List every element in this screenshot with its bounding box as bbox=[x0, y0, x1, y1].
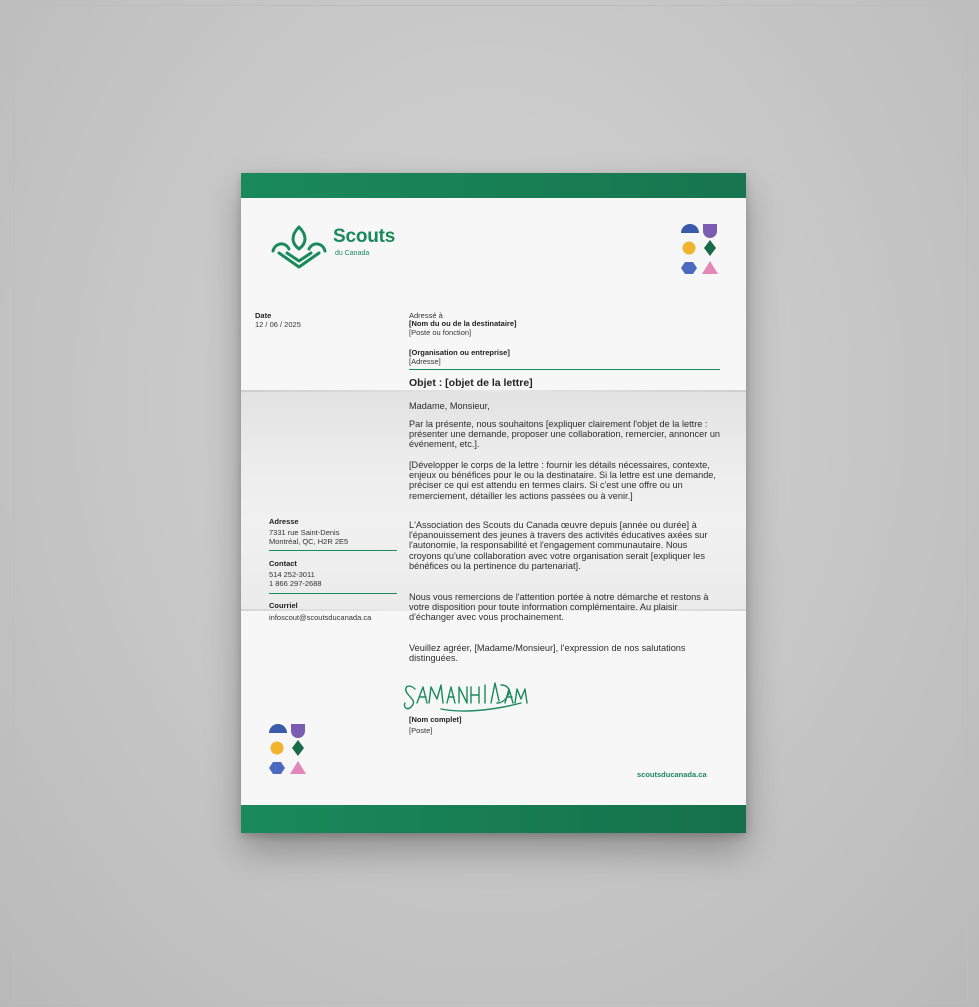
address-label: Adresse bbox=[269, 517, 299, 526]
email-address: infoscout@scoutsducanada.ca bbox=[269, 613, 372, 622]
footer-band bbox=[241, 805, 746, 833]
half-circle-shape bbox=[681, 224, 699, 233]
phone-toll-free: 1 866 297-2688 bbox=[269, 579, 322, 588]
brand-shapes-top bbox=[681, 221, 721, 277]
diamond-shape bbox=[292, 740, 304, 756]
paragraph-intro: Par la présente, nous souhaitons [expliq… bbox=[409, 419, 721, 450]
phone-primary: 514 252-3011 bbox=[269, 570, 315, 579]
date-value: 12 / 06 / 2025 bbox=[255, 320, 301, 329]
recipient-name: [Nom du ou de la destinataire] bbox=[409, 319, 517, 328]
header-band bbox=[241, 173, 746, 198]
recipient-divider bbox=[409, 369, 720, 370]
logo-subtitle: du Canada bbox=[335, 250, 370, 257]
contact-divider bbox=[269, 593, 397, 594]
brand-shapes-bottom bbox=[269, 721, 309, 777]
salutation: Madame, Monsieur, bbox=[409, 401, 490, 411]
circle-shape bbox=[270, 741, 284, 755]
email-label: Courriel bbox=[269, 601, 298, 610]
shield-shape bbox=[703, 224, 717, 238]
signer-position: [Poste] bbox=[409, 726, 433, 735]
date-label: Date bbox=[255, 311, 272, 320]
recipient-address: [Adresse] bbox=[409, 357, 441, 366]
hexagon-shape bbox=[681, 262, 697, 274]
fold-crease-upper bbox=[241, 390, 746, 392]
paragraph-closing: Veuillez agréer, [Madame/Monsieur], l'ex… bbox=[409, 643, 686, 664]
letter-subject: Objet : [objet de la lettre] bbox=[409, 377, 533, 389]
triangle-shape bbox=[290, 761, 306, 774]
contact-label: Contact bbox=[269, 559, 297, 568]
logo-wordmark: Scouts bbox=[333, 226, 396, 247]
paragraph-association: L'Association des Scouts du Canada œuvre… bbox=[409, 520, 708, 571]
recipient-organization: [Organisation ou entreprise] bbox=[409, 348, 510, 357]
scouts-logo: Scouts du Canada bbox=[269, 221, 429, 273]
shield-shape bbox=[291, 724, 305, 738]
recipient-position: [Poste ou fonction] bbox=[409, 328, 472, 337]
address-line-2: Montréal, QC, H2R 2E5 bbox=[269, 537, 349, 546]
website-link[interactable]: scoutsducanada.ca bbox=[637, 770, 707, 779]
address-divider bbox=[269, 550, 397, 551]
paragraph-thanks: Nous vous remercions de l'attention port… bbox=[409, 592, 709, 623]
paragraph-details: [Développer le corps de la lettre : four… bbox=[409, 460, 716, 501]
diamond-shape bbox=[704, 240, 716, 256]
half-circle-shape bbox=[269, 724, 287, 733]
fleur-de-lis-icon bbox=[271, 225, 327, 269]
signer-full-name: [Nom complet] bbox=[409, 715, 462, 724]
handwritten-signature bbox=[403, 682, 528, 712]
address-line-1: 7331 rue Saint-Denis bbox=[269, 528, 340, 537]
circle-shape bbox=[682, 241, 696, 255]
letter-page: Scouts du Canada Date 12 / 06 / 2025 Adr… bbox=[241, 173, 746, 833]
hexagon-shape bbox=[269, 762, 285, 774]
triangle-shape bbox=[702, 261, 718, 274]
